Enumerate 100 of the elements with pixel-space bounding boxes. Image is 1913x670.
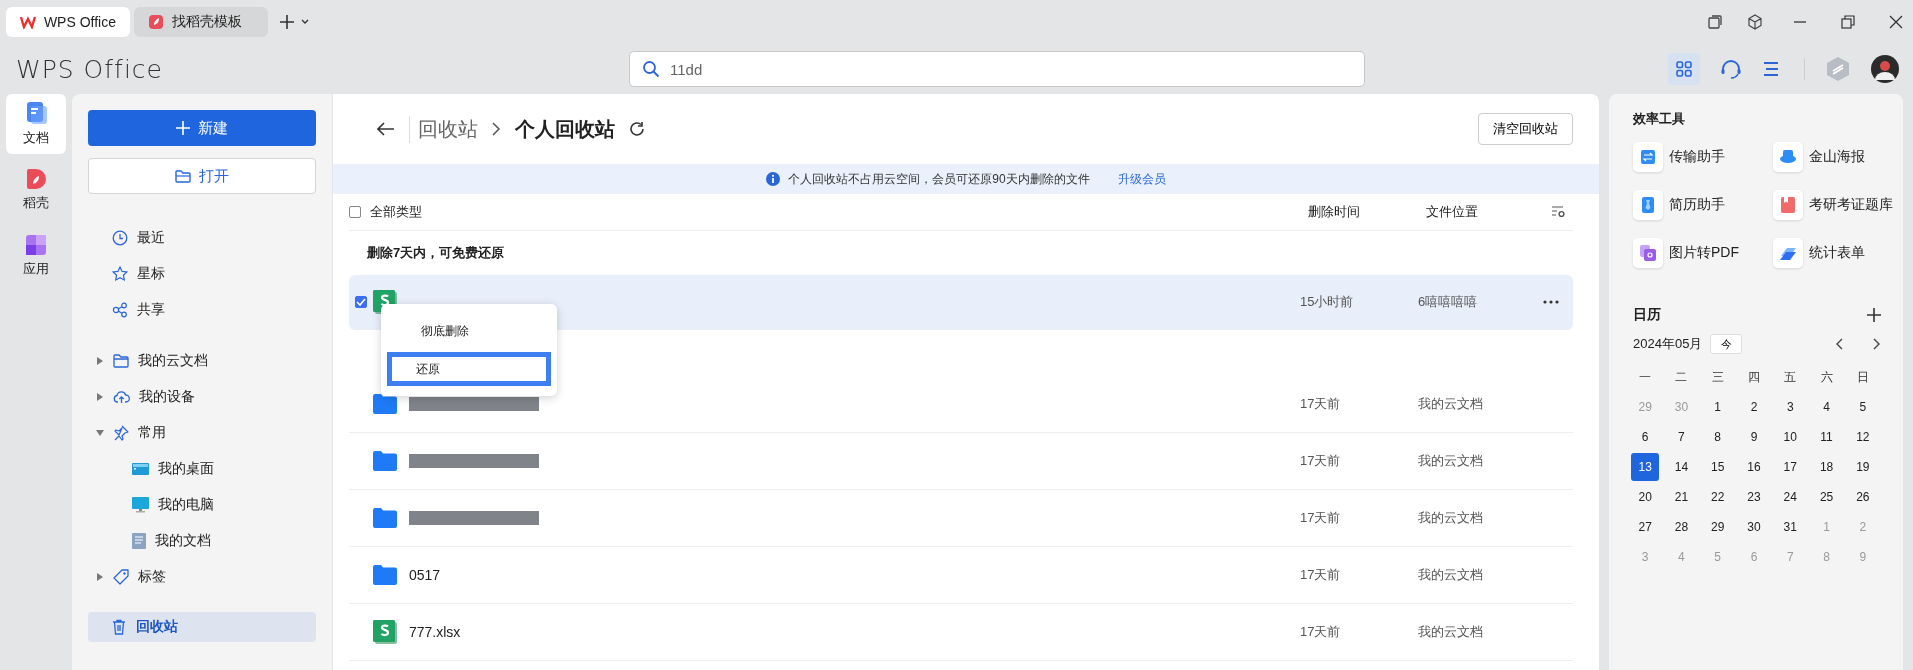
- avatar[interactable]: [1871, 55, 1899, 83]
- restore-icon[interactable]: [1841, 15, 1855, 29]
- tree-item[interactable]: 我的云文档: [88, 343, 316, 379]
- close-icon[interactable]: [1889, 15, 1903, 29]
- chevron-left-icon[interactable]: [1835, 338, 1843, 350]
- folder-icon: [373, 394, 397, 414]
- column-settings-icon[interactable]: [1551, 206, 1565, 218]
- calendar-day[interactable]: 4: [1812, 393, 1841, 421]
- calendar-day[interactable]: 12: [1848, 423, 1877, 451]
- calendar-day[interactable]: 6: [1631, 423, 1660, 451]
- open-button[interactable]: 打开: [88, 158, 316, 194]
- calendar-day[interactable]: 2: [1740, 393, 1768, 421]
- calendar-day[interactable]: 27: [1631, 513, 1660, 541]
- chevron-right-icon[interactable]: [1873, 338, 1881, 350]
- browser-tab[interactable]: 找稻壳模板: [134, 7, 268, 37]
- document-icon: [132, 533, 146, 549]
- rail-item[interactable]: 应用: [6, 226, 66, 286]
- calendar-day[interactable]: 18: [1812, 453, 1841, 481]
- rail-item[interactable]: 文档: [6, 94, 66, 154]
- window-icon[interactable]: [1707, 14, 1723, 30]
- calendar-day[interactable]: 24: [1776, 483, 1805, 511]
- calendar-day[interactable]: 3: [1776, 393, 1805, 421]
- new-tab-icon[interactable]: [280, 14, 310, 30]
- weekday-label: 三: [1710, 368, 1725, 386]
- rail-item[interactable]: 稻壳: [6, 160, 66, 220]
- weekday-label: 六: [1819, 368, 1834, 386]
- calendar-day[interactable]: 21: [1667, 483, 1696, 511]
- calendar-day[interactable]: 30: [1740, 513, 1768, 541]
- refresh-icon[interactable]: [629, 121, 645, 137]
- trash-icon: [112, 619, 126, 635]
- calendar-day[interactable]: 29: [1703, 513, 1732, 541]
- upgrade-link[interactable]: 升级会员: [1117, 170, 1166, 188]
- add-icon[interactable]: [1867, 308, 1881, 322]
- file-row[interactable]: 0517 17天前 我的云文档: [349, 547, 1573, 604]
- calendar-day[interactable]: 10: [1776, 423, 1805, 451]
- table-cell-text: 17天前: [1300, 395, 1342, 413]
- search-field[interactable]: 11dd: [628, 51, 1365, 87]
- file-row[interactable]: 17天前 我的云文档: [349, 433, 1573, 490]
- calendar-day[interactable]: 31: [1776, 513, 1805, 541]
- table-cell-text: 我的云文档: [1418, 452, 1484, 470]
- file-row[interactable]: 17天前 我的云文档: [349, 490, 1573, 547]
- calendar-day[interactable]: 26: [1848, 483, 1877, 511]
- new-button[interactable]: 新建: [88, 110, 316, 146]
- weekday-label: 五: [1783, 368, 1798, 386]
- calendar-day[interactable]: 8: [1703, 423, 1732, 451]
- tree-item[interactable]: 我的电脑: [88, 487, 316, 523]
- today-button[interactable]: 今: [1710, 334, 1743, 354]
- tree-item[interactable]: 标签: [88, 559, 316, 595]
- row-checkbox[interactable]: [355, 296, 367, 308]
- monitor-icon: [132, 497, 149, 513]
- grid-icon[interactable]: [1668, 53, 1700, 85]
- tree-item[interactable]: 我的设备: [88, 379, 316, 415]
- column-header[interactable]: 删除时间: [1308, 203, 1426, 221]
- calendar-day[interactable]: 15: [1703, 453, 1732, 481]
- tree-item[interactable]: 常用: [88, 415, 316, 451]
- weekday-label: 四: [1747, 368, 1761, 386]
- tool-item[interactable]: 考研考证题库: [1773, 190, 1893, 220]
- file-row[interactable]: 777.xlsx 17天前 我的云文档: [349, 604, 1573, 661]
- calendar-day[interactable]: 17: [1776, 453, 1805, 481]
- column-header[interactable]: 全部类型: [370, 203, 1308, 221]
- calendar-day[interactable]: 16: [1740, 453, 1768, 481]
- folder-icon: [373, 508, 397, 528]
- nav-item[interactable]: 最近: [88, 220, 316, 256]
- calendar-day[interactable]: 14: [1667, 453, 1696, 481]
- more-icon[interactable]: [1543, 300, 1559, 304]
- select-all-checkbox[interactable]: [349, 206, 361, 218]
- tree-item[interactable]: 我的文档: [88, 523, 316, 559]
- calendar-day[interactable]: 1: [1703, 393, 1732, 421]
- tree-item[interactable]: 我的桌面: [88, 451, 316, 487]
- column-header[interactable]: 文件位置: [1426, 203, 1551, 221]
- tool-item[interactable]: 图片转PDF: [1633, 238, 1773, 268]
- weekday-label: 二: [1674, 368, 1689, 386]
- empty-recycle-button[interactable]: 清空回收站: [1478, 113, 1573, 145]
- calendar-day[interactable]: 25: [1812, 483, 1841, 511]
- back-arrow-icon[interactable]: [377, 122, 395, 136]
- calendar-day[interactable]: 23: [1740, 483, 1768, 511]
- nav-item[interactable]: 回收站: [88, 612, 316, 642]
- calendar-day[interactable]: 19: [1848, 453, 1877, 481]
- tool-item[interactable]: 传输助手: [1633, 142, 1773, 172]
- calendar-day[interactable]: 22: [1703, 483, 1732, 511]
- calendar-day[interactable]: 9: [1740, 423, 1768, 451]
- calendar-day[interactable]: 13: [1631, 453, 1660, 481]
- calendar-day[interactable]: 5: [1848, 393, 1877, 421]
- tool-item[interactable]: 统计表单: [1773, 238, 1893, 268]
- apps-icon: [25, 234, 47, 256]
- calendar-day[interactable]: 7: [1667, 423, 1696, 451]
- menu-item[interactable]: 还原: [387, 352, 551, 386]
- breadcrumb-link[interactable]: 回收站: [409, 115, 478, 143]
- menu-icon[interactable]: [1762, 61, 1780, 77]
- calendar-day[interactable]: 11: [1812, 423, 1841, 451]
- nav-item[interactable]: 星标: [88, 256, 316, 292]
- tool-item[interactable]: 简历助手: [1633, 190, 1773, 220]
- nav-item[interactable]: 共享: [88, 292, 316, 328]
- calendar-day[interactable]: 28: [1667, 513, 1696, 541]
- cube-icon[interactable]: [1747, 14, 1763, 30]
- form-icon: [1773, 238, 1803, 268]
- browser-tab[interactable]: WPS Office: [6, 7, 130, 37]
- calendar-day[interactable]: 20: [1631, 483, 1660, 511]
- tool-item[interactable]: 金山海报: [1773, 142, 1893, 172]
- headset-icon[interactable]: [1720, 58, 1742, 80]
